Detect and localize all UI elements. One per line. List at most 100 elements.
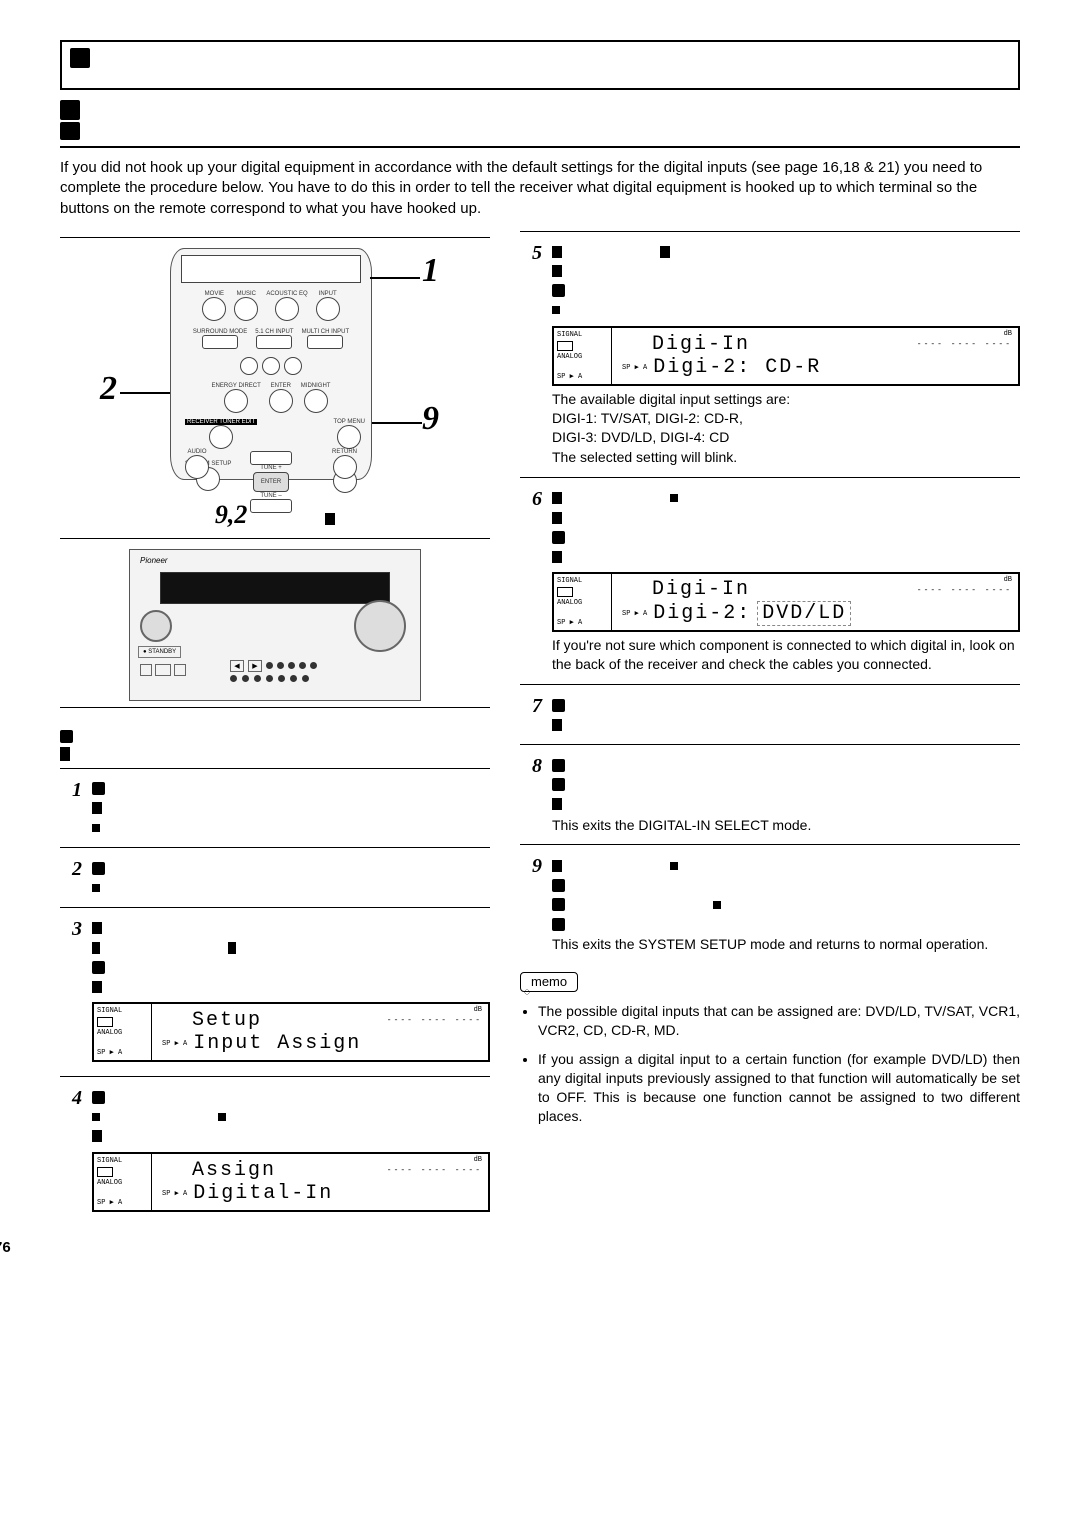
- step-number: 1: [60, 779, 82, 838]
- step-head: [92, 779, 490, 838]
- left-divider-top: [60, 237, 490, 238]
- remote-label-tuneup: TUNE +: [241, 465, 301, 471]
- lcd-signal: SIGNAL: [97, 1157, 148, 1165]
- step-9-icon-d: [552, 898, 565, 911]
- step-2: 2: [60, 858, 490, 897]
- step-1-icon-1: [92, 782, 105, 795]
- step-4-icon-d: [92, 1130, 102, 1142]
- step-6-icon-d: [552, 531, 565, 544]
- remote-label-midnight: MIDNIGHT: [301, 383, 331, 389]
- step-6-desc: If you're not sure which component is co…: [552, 636, 1020, 674]
- remote-btn-right: [284, 357, 302, 375]
- remote-label-topmenu: TOP MENU: [334, 419, 365, 425]
- remote-label-acoustic: ACOUSTIC EQ: [266, 291, 307, 297]
- step-9-desc: This exits the SYSTEM SETUP mode and ret…: [552, 935, 1020, 954]
- step-2-icon-1: [92, 862, 105, 875]
- step-head: [552, 242, 1020, 320]
- step-5-desc4: The selected setting will blink.: [552, 448, 1020, 467]
- remote-btn-tuneup: [250, 451, 292, 465]
- step-head: [552, 488, 1020, 566]
- remote-buttons-area: MOVIE MUSIC ACOUSTIC EQ INPUT SURROUND M…: [181, 287, 361, 471]
- remote-label-movie: MOVIE: [205, 291, 224, 297]
- left-divider-bottom: [60, 707, 490, 708]
- receiver-small-btn: [155, 664, 171, 676]
- remote-btn-enter: [269, 389, 293, 413]
- left-subheading-placeholder: [60, 728, 490, 762]
- step-5-icon-b: [660, 246, 670, 258]
- step-9-icon-e: [713, 901, 721, 909]
- lcd-signal: SIGNAL: [557, 577, 608, 585]
- lcd-sp: SP ▶ A: [557, 372, 608, 381]
- step-3-icon-e: [92, 981, 102, 993]
- step-9-icon-f: [552, 918, 565, 931]
- remote-label-return: RETURN: [332, 449, 357, 455]
- step-divider: [60, 1076, 490, 1077]
- step-4: 4 SIGNAL AN: [60, 1087, 490, 1216]
- caption-icon: [325, 513, 335, 525]
- remote-btn-midnight: [304, 389, 328, 413]
- caption-92: 9,2: [215, 500, 248, 529]
- step-number: 3: [60, 918, 82, 1066]
- step-7: 7: [520, 695, 1020, 734]
- lcd-dashes: ---- ---- ----: [917, 586, 1012, 595]
- step-5-icon-a: [552, 246, 562, 258]
- step-1-icon-2: [92, 802, 102, 814]
- remote-btn-music: [234, 297, 258, 321]
- lcd-signal: SIGNAL: [97, 1007, 148, 1015]
- step-6-icon-b: [670, 494, 678, 502]
- remote-btn-movie: [202, 297, 226, 321]
- lcd-dashes: ---- ---- ----: [387, 1016, 482, 1025]
- lcd-led-icon: [97, 1017, 113, 1027]
- lcd-line2: Input Assign: [193, 1032, 361, 1055]
- lcd-digi-in-dvdld: SIGNAL ANALOG SP ▶ A dB ---- ---- ---- D…: [552, 572, 1020, 632]
- callout-line-2: [120, 388, 180, 398]
- section-icon-row-2: [60, 122, 1020, 140]
- lcd-signal: SIGNAL: [557, 331, 608, 339]
- remote-btn-51ch: [256, 335, 292, 349]
- chapter-icon: [70, 48, 90, 68]
- step-9: 9 This exits the SYSTEM SETUP mode and r…: [520, 855, 1020, 954]
- step-6: 6 SIGNAL ANALOG: [520, 488, 1020, 674]
- step-5-desc1: The available digital input settings are…: [552, 390, 1020, 409]
- remote-display: [181, 255, 361, 283]
- step-5-desc3: DIGI-3: DVD/LD, DIGI-4: CD: [552, 428, 1020, 447]
- callout-2: 2: [100, 370, 117, 408]
- receiver-knob-left: [140, 610, 172, 642]
- page-number: 76: [0, 1239, 11, 1256]
- receiver-small-btn: [174, 664, 186, 676]
- step-divider: [60, 907, 490, 908]
- step-3-icon-b: [92, 942, 100, 954]
- step-head: [92, 1087, 490, 1146]
- step-5-icon-e: [552, 306, 560, 314]
- remote-btn-multich: [307, 335, 343, 349]
- step-1: 1: [60, 779, 490, 838]
- remote-label-surround: SURROUND MODE: [193, 329, 247, 335]
- step-8-icon-b: [552, 778, 565, 791]
- receiver-small-btn: [140, 664, 152, 676]
- callout-1: 1: [422, 252, 439, 290]
- remote-btn-tunedn: [250, 499, 292, 513]
- step-number: 5: [520, 242, 542, 468]
- step-number: 2: [60, 858, 82, 897]
- step-head: [552, 695, 1020, 734]
- remote-btn-input: [316, 297, 340, 321]
- remote-label-multich: MULTI CH INPUT: [302, 329, 350, 335]
- lcd-dashes: ---- ---- ----: [917, 340, 1012, 349]
- remote-label-input: INPUT: [319, 291, 337, 297]
- lcd-sp2: SP ▶ A: [622, 363, 647, 372]
- remote-label-tunedn: TUNE –: [241, 493, 301, 499]
- memo-section: memo The possible digital inputs that ca…: [520, 968, 1020, 1125]
- memo-item: If you assign a digital input to a certa…: [538, 1050, 1020, 1126]
- receiver-illustration: Pioneer ● STANDBY ◀ ▶: [129, 549, 421, 701]
- chapter-header-box: [60, 40, 1020, 90]
- remote-btn-up: [262, 357, 280, 375]
- callout-9: 9: [422, 400, 439, 438]
- lcd-line2: Digi-2: CD-R: [653, 356, 821, 379]
- step-3-icon-c: [228, 942, 236, 954]
- lcd-db: dB: [474, 1006, 482, 1014]
- left-column: MOVIE MUSIC ACOUSTIC EQ INPUT SURROUND M…: [60, 231, 490, 1226]
- lcd-sp2: SP ▶ A: [162, 1189, 187, 1198]
- step-number: 8: [520, 755, 542, 834]
- lcd-line2-pre: Digi-2:: [653, 602, 751, 625]
- remote-illustration: MOVIE MUSIC ACOUSTIC EQ INPUT SURROUND M…: [170, 248, 372, 480]
